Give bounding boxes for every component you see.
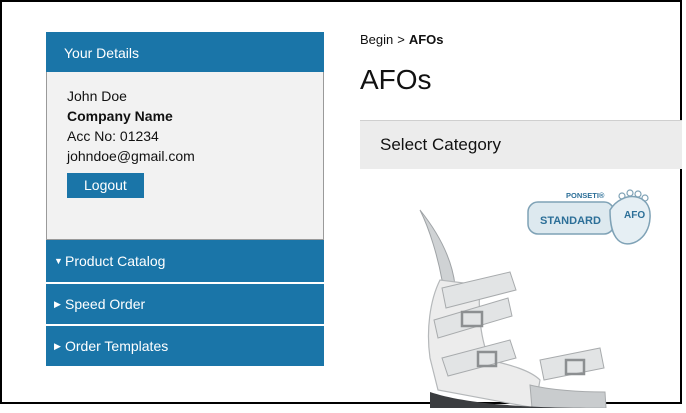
svg-text:AFO: AFO (624, 210, 645, 221)
breadcrumb-separator: > (397, 32, 405, 47)
afo-brace-illustration (419, 209, 607, 412)
nav-item-order-templates[interactable]: ▶ Order Templates (46, 324, 324, 366)
breadcrumb-current: AFOs (408, 32, 444, 47)
sidebar: Your Details John Doe Company Name Acc N… (46, 32, 324, 366)
breadcrumb-root-link[interactable]: Begin (360, 32, 393, 47)
svg-text:STANDARD: STANDARD (540, 215, 601, 227)
nav-item-label: Speed Order (65, 296, 146, 312)
page-title: AFOs (360, 64, 432, 95)
your-details-panel: Your Details John Doe Company Name Acc N… (46, 32, 324, 240)
caret-right-icon: ▶ (54, 299, 61, 309)
nav-item-speed-order[interactable]: ▶ Speed Order (46, 282, 324, 324)
user-email: johndoe@gmail.com (67, 148, 195, 164)
caret-right-icon: ▶ (54, 341, 61, 351)
nav-item-label: Product Catalog (65, 253, 166, 269)
nav-item-product-catalog[interactable]: ▼ Product Catalog (46, 240, 324, 282)
your-details-body: John Doe Company Name Acc No: 01234 john… (47, 72, 323, 239)
product-image: PONSETI® STANDARD AFO (360, 180, 682, 412)
sidebar-nav: ▼ Product Catalog ▶ Speed Order ▶ Order … (46, 240, 324, 366)
account-number: Acc No: 01234 (67, 128, 159, 144)
svg-text:PONSETI®: PONSETI® (566, 191, 605, 200)
user-name: John Doe (67, 88, 127, 104)
your-details-header: Your Details (46, 32, 324, 72)
main-content: Begin > AFOs AFOs Select Category PONSETI®… (360, 30, 682, 412)
company-name: Company Name (67, 108, 173, 124)
select-category-dropdown[interactable]: Select Category (360, 120, 682, 169)
logout-button[interactable]: Logout (67, 173, 144, 198)
caret-down-icon: ▼ (54, 256, 63, 266)
breadcrumb: Begin > AFOs (360, 30, 682, 50)
ponseti-standard-afo-logo: PONSETI® STANDARD AFO (527, 189, 651, 245)
nav-item-label: Order Templates (65, 338, 169, 354)
